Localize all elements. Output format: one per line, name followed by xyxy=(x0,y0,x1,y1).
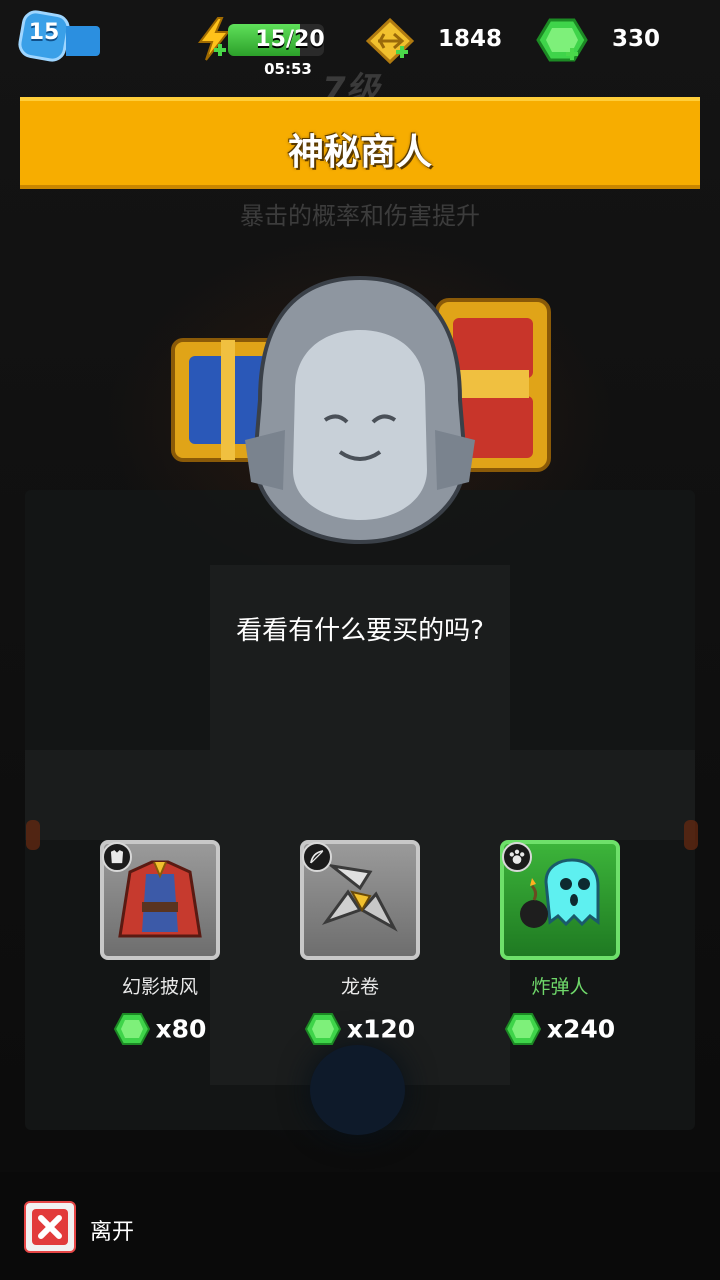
energy-lightning-icon[interactable] xyxy=(196,16,232,62)
item-price: x120 xyxy=(346,1014,416,1044)
energy-value: 15/20 xyxy=(255,27,325,52)
item-card[interactable] xyxy=(500,840,620,960)
item-card[interactable] xyxy=(100,840,220,960)
item-name: 幻影披风 xyxy=(121,976,198,998)
item-price: x80 xyxy=(155,1014,207,1044)
gem-icon[interactable] xyxy=(536,16,588,64)
merchant-prompt: 看看有什么要买的吗? xyxy=(236,616,484,646)
skill-hint-text: 暴击的概率和伤害提升 xyxy=(240,202,480,230)
helmet-ghost-icon xyxy=(245,275,475,545)
item-price-button[interactable]: x240 xyxy=(480,1012,640,1046)
energy-timer: 05:53 xyxy=(264,60,312,78)
item-price-button[interactable]: x120 xyxy=(280,1012,440,1046)
dungeon-wall-right xyxy=(510,750,695,840)
xp-bar xyxy=(66,26,100,56)
shop-item[interactable]: 龙卷 x120 xyxy=(280,840,440,1060)
gem-icon xyxy=(113,1013,150,1045)
item-card[interactable] xyxy=(300,840,420,960)
torch-icon xyxy=(26,820,40,850)
leave-button[interactable] xyxy=(24,1201,76,1253)
mysterious-merchant-art xyxy=(171,275,551,545)
item-price-button[interactable]: x80 xyxy=(80,1012,240,1046)
shop-item[interactable]: 幻影披风 x80 xyxy=(80,840,240,1060)
shop-item[interactable]: 炸弹人 x240 xyxy=(480,840,640,1060)
coin-icon[interactable] xyxy=(366,18,414,64)
leave-label[interactable]: 离开 xyxy=(90,1214,134,1246)
gem-count: 330 xyxy=(612,26,661,52)
paw-type-icon xyxy=(502,842,532,872)
close-icon xyxy=(32,1209,68,1245)
gem-icon xyxy=(504,1013,541,1045)
item-name: 炸弹人 xyxy=(531,976,589,998)
armor-type-icon xyxy=(102,842,132,872)
title-banner: 神秘商人 xyxy=(20,97,700,189)
item-price: x240 xyxy=(546,1014,616,1044)
player-level: 15 xyxy=(28,20,60,45)
bow-type-icon xyxy=(302,842,332,872)
coin-count: 1848 xyxy=(438,26,503,52)
item-name: 龙卷 xyxy=(340,976,379,998)
torch-icon xyxy=(684,820,698,850)
gem-icon xyxy=(304,1013,341,1045)
top-hud: 15 15/20 05:53 1848 330 xyxy=(0,0,720,90)
dialog-title: 神秘商人 xyxy=(287,132,432,173)
dungeon-wall-left xyxy=(25,750,210,840)
